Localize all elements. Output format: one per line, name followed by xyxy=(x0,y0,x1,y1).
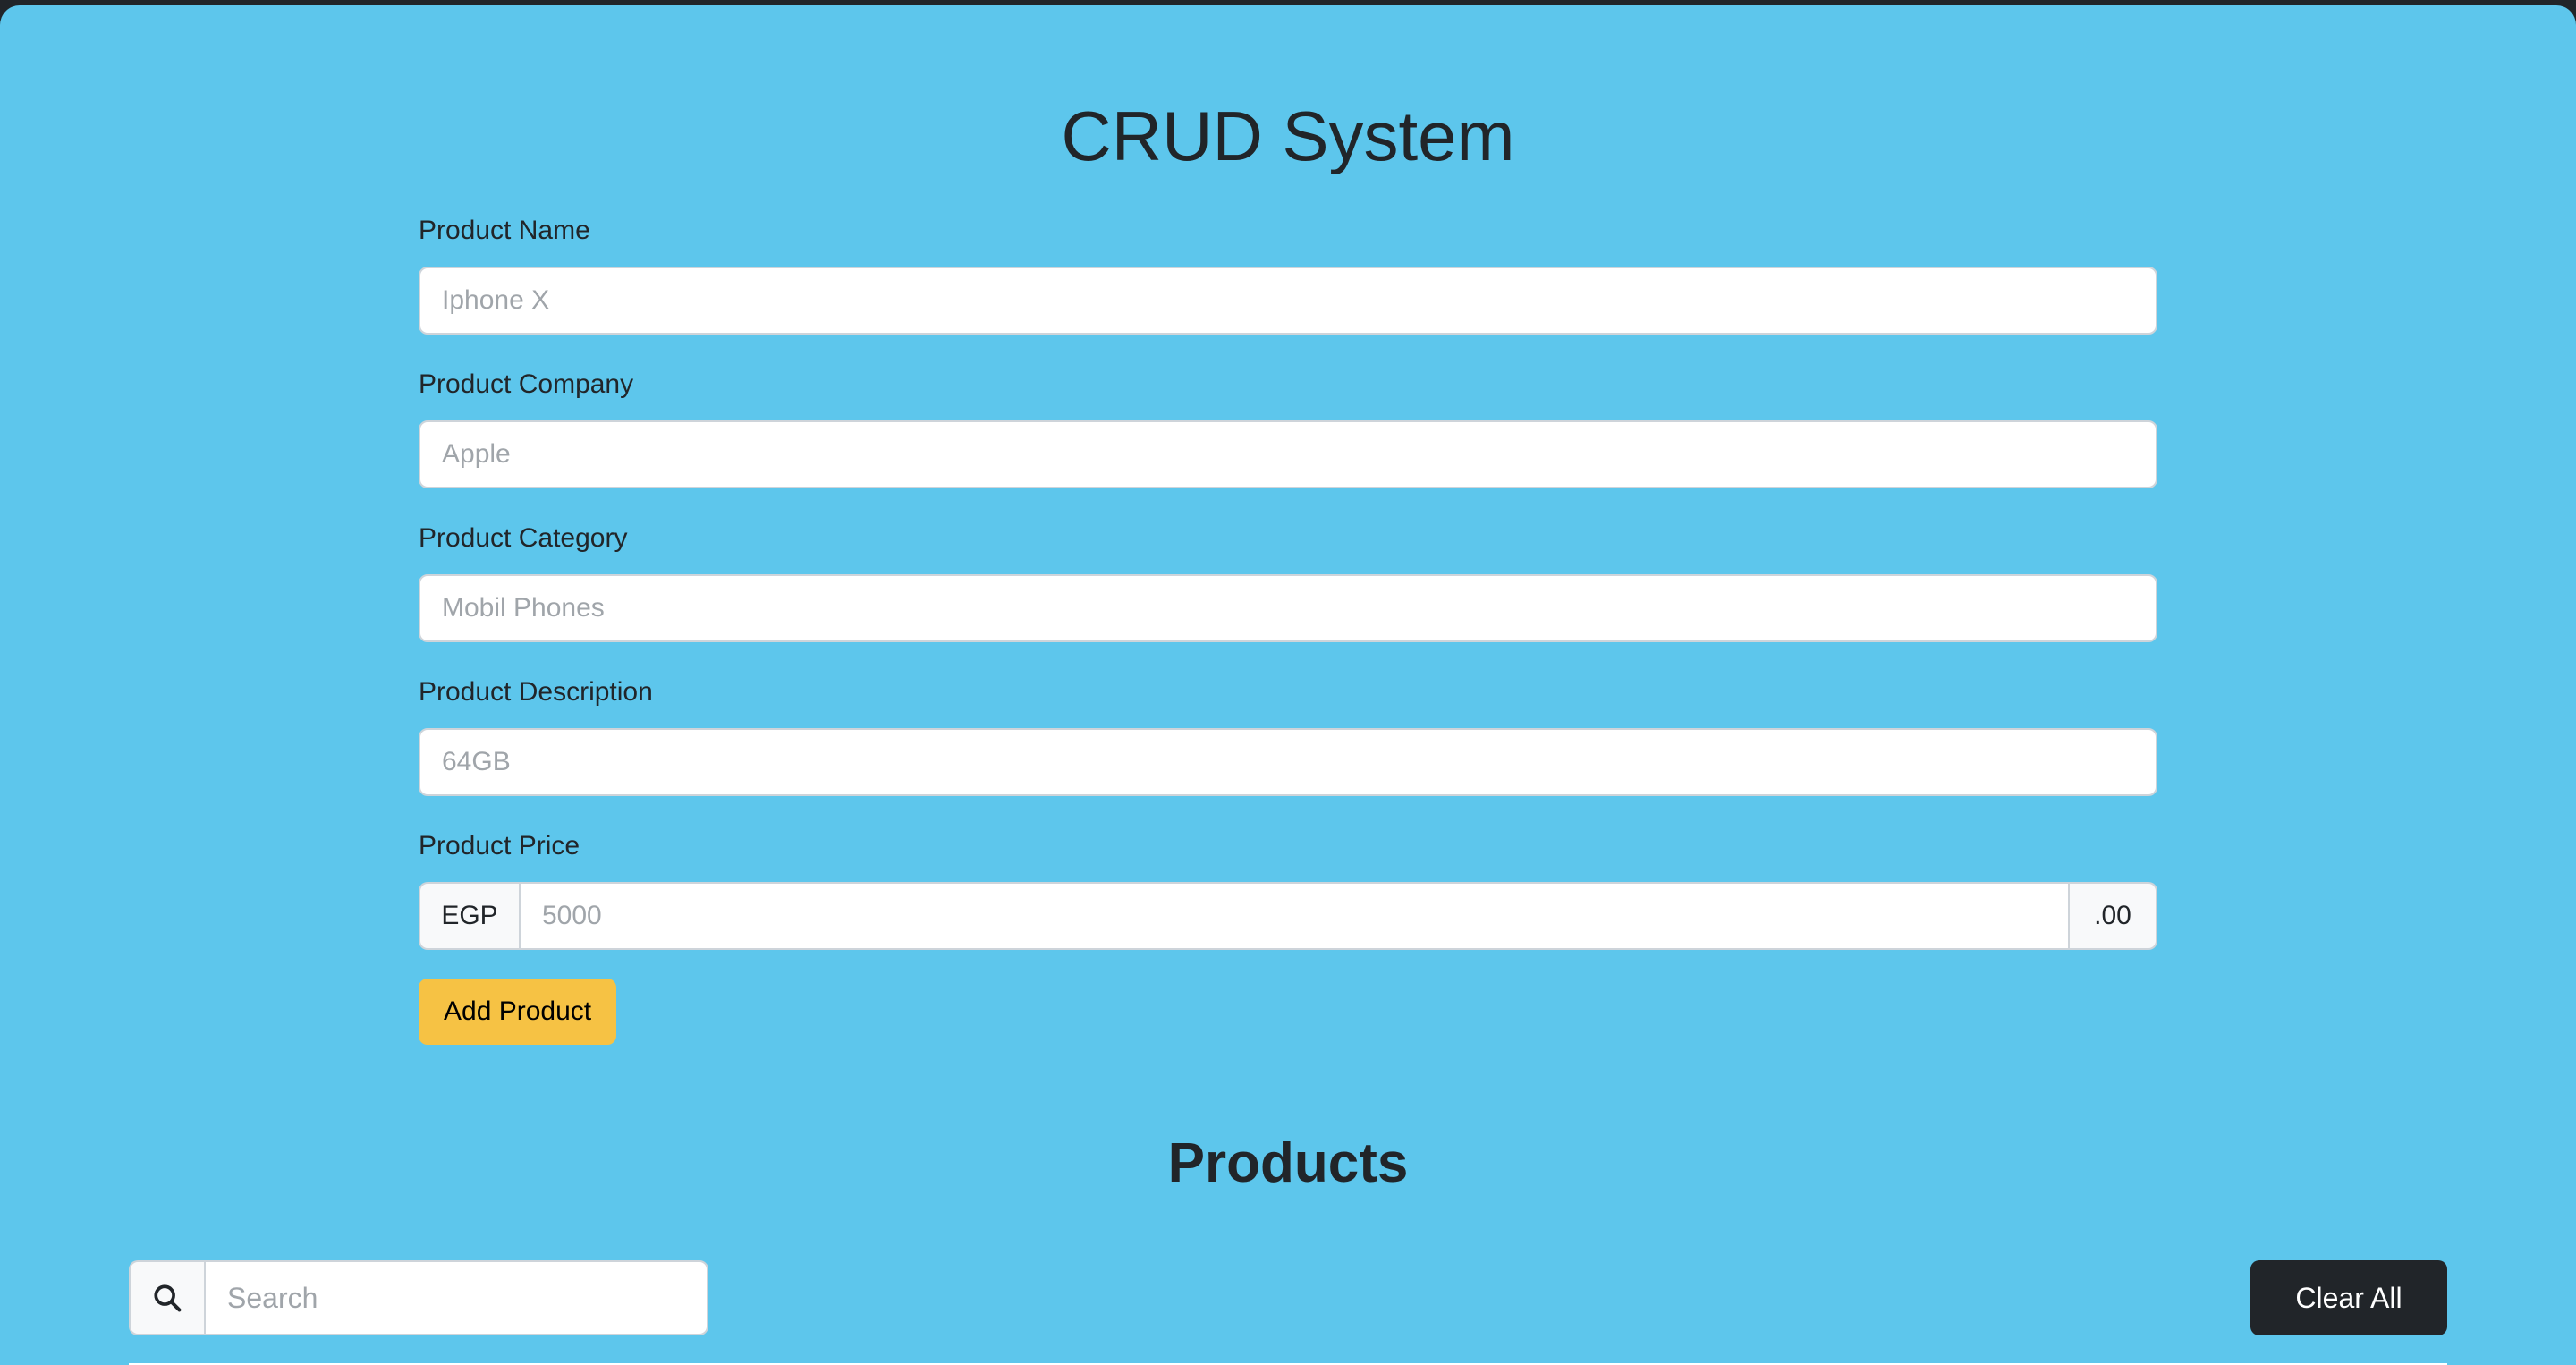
product-company-input[interactable] xyxy=(419,420,2157,488)
product-name-input[interactable] xyxy=(419,267,2157,335)
product-name-label: Product Name xyxy=(419,216,590,245)
product-description-label: Product Description xyxy=(419,677,653,707)
search-input[interactable] xyxy=(204,1260,708,1335)
product-category-input[interactable] xyxy=(419,574,2157,642)
product-price-input[interactable] xyxy=(519,882,2070,950)
search-group xyxy=(129,1260,708,1335)
product-description-input[interactable] xyxy=(419,728,2157,796)
product-company-label: Product Company xyxy=(419,369,634,399)
currency-prefix: EGP xyxy=(419,882,519,950)
product-category-label: Product Category xyxy=(419,523,628,553)
search-icon xyxy=(129,1260,204,1335)
clear-all-button[interactable]: Clear All xyxy=(2250,1260,2447,1335)
page-title: CRUD System xyxy=(1061,97,1515,175)
products-heading: Products xyxy=(1167,1132,1409,1194)
product-price-label: Product Price xyxy=(419,831,580,861)
add-product-button[interactable]: Add Product xyxy=(419,979,617,1045)
price-input-group: EGP .00 xyxy=(419,882,2157,950)
product-form: Product Name Product Company Product Cat… xyxy=(419,211,2157,1045)
decimal-suffix: .00 xyxy=(2070,882,2157,950)
page-container: CRUD System Product Name Product Company… xyxy=(0,5,2576,1365)
